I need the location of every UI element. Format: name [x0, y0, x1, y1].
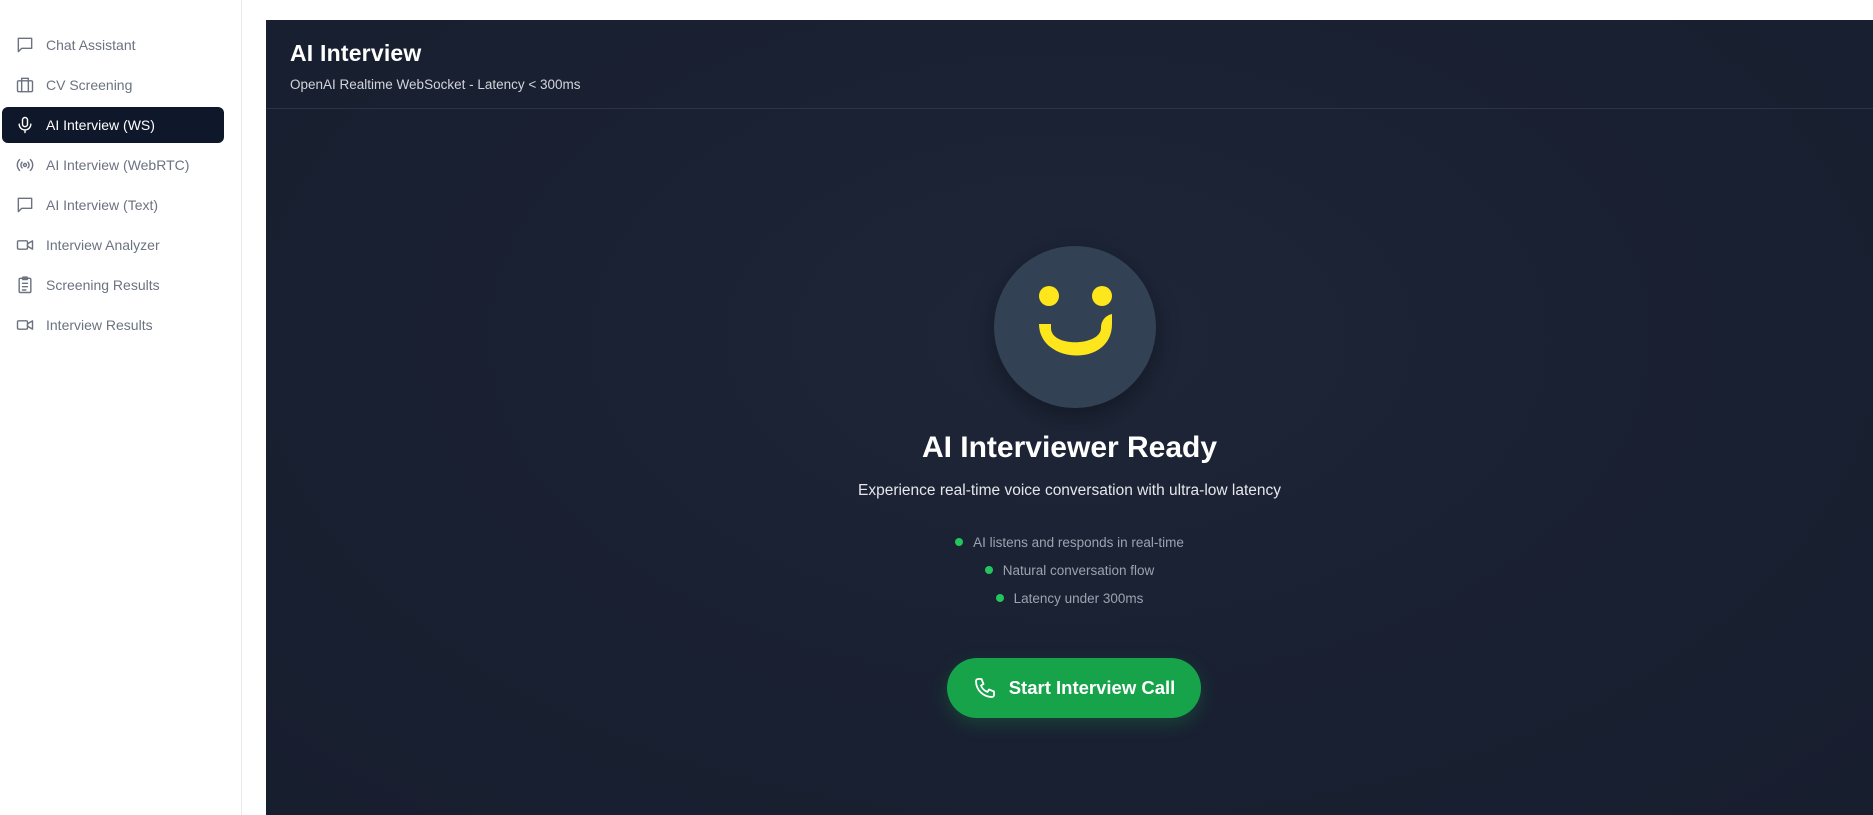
- clipboard-list-icon: [14, 274, 36, 296]
- green-dot-icon: [984, 566, 993, 574]
- feature-item: Latency under 300ms: [266, 584, 1873, 612]
- ready-description: Experience real-time voice conversation …: [858, 482, 1281, 499]
- sidebar-item-cv-screening[interactable]: CV Screening: [2, 67, 224, 103]
- video-camera-icon: [14, 314, 36, 336]
- microphone-icon: [14, 114, 36, 136]
- message-square-icon: [14, 34, 36, 56]
- sidebar-item-screening-results[interactable]: Screening Results: [2, 267, 224, 303]
- sidebar-item-label: AI Interview (WS): [46, 117, 155, 133]
- ready-title: AI Interviewer Ready: [921, 431, 1218, 464]
- sidebar-item-label: Interview Analyzer: [46, 237, 160, 253]
- start-button-label: Start Interview Call: [1008, 677, 1176, 698]
- video-camera-icon: [14, 234, 36, 256]
- sidebar-item-label: Screening Results: [46, 277, 160, 293]
- interviewer-avatar: [994, 246, 1156, 408]
- sidebar-item-interview-analyzer[interactable]: Interview Analyzer: [2, 227, 224, 263]
- interview-panel: AI Interview OpenAI Realtime WebSocket -…: [266, 20, 1873, 815]
- message-square-icon: [14, 194, 36, 216]
- green-dot-icon: [955, 538, 964, 546]
- smiley-face-icon: [1039, 286, 1112, 356]
- sidebar-item-label: AI Interview (WebRTC): [46, 157, 190, 173]
- sidebar: Chat Assistant CV Screening AI Interview…: [0, 0, 242, 815]
- sidebar-item-label: Chat Assistant: [46, 37, 136, 53]
- feature-text: AI listens and responds in real-time: [973, 534, 1184, 550]
- sidebar-item-label: AI Interview (Text): [46, 197, 159, 213]
- briefcase-icon: [14, 74, 36, 96]
- green-dot-icon: [995, 594, 1004, 602]
- sidebar-item-ai-interview-webrtc[interactable]: AI Interview (WebRTC): [2, 147, 224, 183]
- sidebar-item-ai-interview-ws[interactable]: AI Interview (WS): [2, 107, 224, 143]
- feature-text: Latency under 300ms: [1013, 590, 1144, 606]
- sidebar-item-ai-interview-text[interactable]: AI Interview (Text): [2, 187, 224, 223]
- app-window: Chat Assistant CV Screening AI Interview…: [0, 0, 1873, 815]
- phone-icon: [973, 676, 997, 700]
- feature-list: AI listens and responds in real-time Nat…: [266, 528, 1873, 612]
- start-interview-call-button[interactable]: Start Interview Call: [947, 658, 1201, 718]
- interview-ready-view: AI Interviewer Ready Experience real-tim…: [266, 20, 1873, 815]
- sidebar-item-chat-assistant[interactable]: Chat Assistant: [2, 27, 224, 63]
- feature-item: AI listens and responds in real-time: [266, 528, 1873, 556]
- radio-broadcast-icon: [14, 154, 36, 176]
- sidebar-item-interview-results[interactable]: Interview Results: [2, 307, 224, 343]
- feature-text: Natural conversation flow: [1002, 562, 1155, 578]
- sidebar-item-label: CV Screening: [46, 77, 133, 93]
- sidebar-item-label: Interview Results: [46, 317, 153, 333]
- feature-item: Natural conversation flow: [266, 556, 1873, 584]
